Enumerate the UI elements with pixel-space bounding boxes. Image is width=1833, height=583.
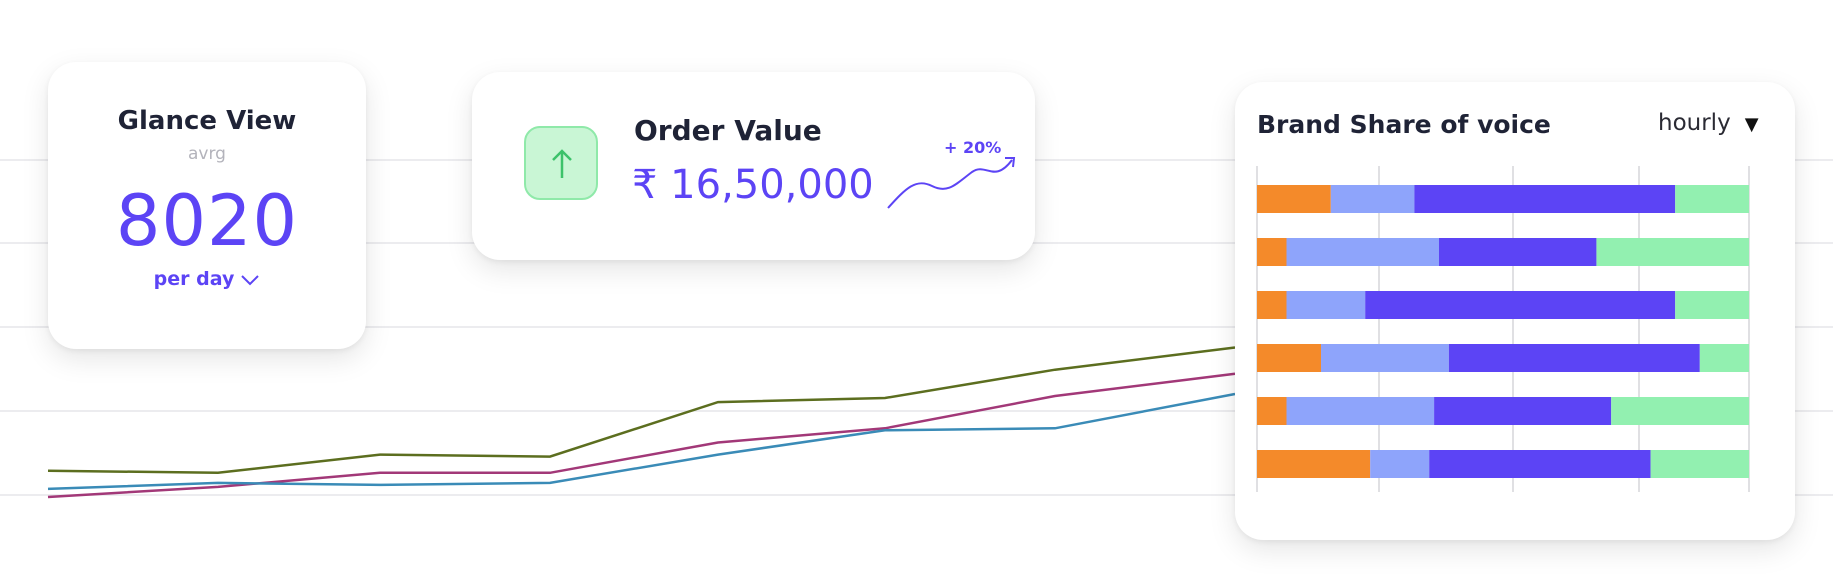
bar-segment	[1429, 450, 1651, 478]
bar-segment	[1257, 397, 1287, 425]
series-line-3	[47, 392, 1236, 491]
series-line-1	[47, 346, 1236, 475]
bar-segment	[1286, 291, 1366, 319]
period-label: per day	[153, 268, 235, 290]
glance-view-value: 8020	[115, 180, 299, 262]
order-value-title: Order Value	[634, 114, 822, 147]
bar-segment	[1257, 344, 1321, 372]
bar-segment	[1596, 238, 1749, 266]
order-value-card: Order Value ₹ 16,50,000 + 20%	[472, 72, 1035, 260]
glance-view-card: Glance View avrg 8020 per day	[48, 62, 366, 349]
bar-segment	[1439, 238, 1597, 266]
bar-segment	[1675, 291, 1749, 319]
bar-segment	[1257, 291, 1287, 319]
bar-segment	[1257, 185, 1331, 213]
brand-share-chart	[1256, 166, 1750, 492]
chevron-down-icon	[241, 274, 260, 285]
bar-segment	[1414, 185, 1676, 213]
bar-segment	[1611, 397, 1749, 425]
bar-segment	[1650, 450, 1749, 478]
glance-view-title: Glance View	[117, 106, 297, 136]
series-line-2	[47, 372, 1236, 499]
bar-segment	[1286, 238, 1439, 266]
bar-segment	[1365, 291, 1676, 319]
trend-sparkline-icon	[887, 157, 1016, 209]
order-value-amount: ₹ 16,50,000	[632, 162, 874, 208]
bar-segment	[1675, 185, 1749, 213]
arrow-up-icon	[524, 126, 598, 200]
period-dropdown[interactable]: per day	[48, 268, 366, 290]
brand-share-card: Brand Share of voice hourly ▼	[1235, 82, 1795, 540]
bar-segment	[1434, 397, 1612, 425]
bar-segment	[1370, 450, 1430, 478]
bar-segment	[1448, 344, 1700, 372]
bar-segment	[1321, 344, 1449, 372]
bar-segment	[1286, 397, 1435, 425]
bar-segment	[1699, 344, 1749, 372]
bar-segment	[1330, 185, 1415, 213]
glance-view-subtitle: avrg	[188, 144, 226, 164]
bar-segment	[1257, 450, 1371, 478]
bar-segment	[1257, 238, 1287, 266]
